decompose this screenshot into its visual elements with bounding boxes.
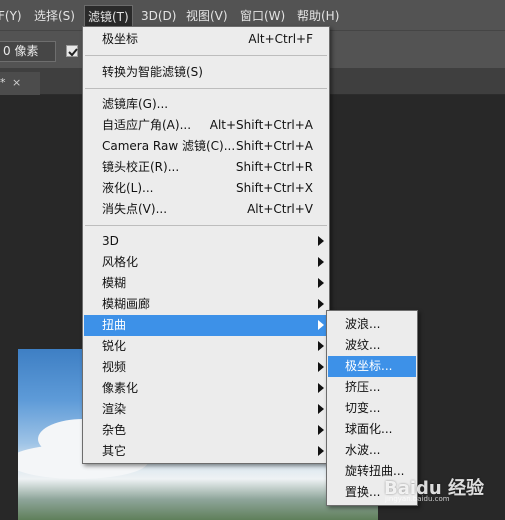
menu-item-render[interactable]: 渲染 [84,399,328,420]
menu-item-other[interactable]: 其它 [84,441,328,462]
filter-menu: 极坐标 Alt+Ctrl+F 转换为智能滤镜(S) 滤镜库(G)... 自适应广… [82,26,330,464]
submenu-item-label: 极坐标... [345,359,393,373]
menu-item-shortcut: Alt+Ctrl+F [248,32,313,46]
menu-item-label: 扭曲 [102,318,127,332]
menu-item-shortcut: Alt+Shift+Ctrl+A [209,118,313,132]
submenu-item-pinch[interactable]: 挤压... [328,377,416,398]
menu-item-filter-gallery[interactable]: 滤镜库(G)... [84,94,328,115]
submenu-item-label: 波纹... [345,338,381,352]
submenu-arrow-icon [318,299,324,309]
baidu-watermark: Baidu 经验 jingyan.baidu.com [384,468,499,504]
menu-item-3d[interactable]: 3D [84,231,328,252]
submenu-arrow-icon [318,320,324,330]
menu-item-label: 模糊 [102,276,127,290]
menu-item-label: 视频 [102,360,127,374]
menu-item-label: 风格化 [102,255,139,269]
submenu-arrow-icon [318,257,324,267]
submenu-item-label: 球面化... [345,422,393,436]
menu-item-label: 镜头校正(R)... [102,160,180,174]
menu-item-label: 滤镜库(G)... [102,97,169,111]
menu-item-label: 其它 [102,444,127,458]
menu-3d[interactable]: 3D(D) [141,6,176,26]
menu-item-last-filter[interactable]: 极坐标 Alt+Ctrl+F [84,29,328,50]
menu-item-label: 杂色 [102,423,127,437]
submenu-arrow-icon [318,362,324,372]
menu-item-shortcut: Shift+Ctrl+X [236,181,313,195]
submenu-arrow-icon [318,278,324,288]
menu-item-stylize[interactable]: 风格化 [84,252,328,273]
menu-view[interactable]: 视图(V) [186,6,228,26]
menu-separator [85,55,327,56]
feather-input[interactable]: 0 像素 [0,41,56,62]
menu-item-label: 极坐标 [102,32,139,46]
menu-item-label: 液化(L)... [102,181,154,195]
submenu-item-label: 挤压... [345,380,381,394]
submenu-item-polar-coordinates[interactable]: 极坐标... [328,356,416,377]
menu-item-sharpen[interactable]: 锐化 [84,336,328,357]
menu-item-shortcut: Shift+Ctrl+A [236,139,313,153]
menu-item-distort[interactable]: 扭曲 [84,315,328,336]
submenu-arrow-icon [318,446,324,456]
menu-item-label: 3D [102,234,119,248]
menu-item-convert-smart-filter[interactable]: 转换为智能滤镜(S) [84,62,328,83]
submenu-item-wave[interactable]: 波浪... [328,314,416,335]
submenu-arrow-icon [318,236,324,246]
submenu-item-ripple[interactable]: 水波... [328,440,416,461]
unsaved-indicator: * [0,76,6,89]
menu-item-camera-raw[interactable]: Camera Raw 滤镜(C)... Shift+Ctrl+A [84,136,328,157]
menu-item-noise[interactable]: 杂色 [84,420,328,441]
submenu-item-label: 置换... [345,485,381,499]
submenu-arrow-icon [318,425,324,435]
menu-separator [85,225,327,226]
menu-item-vanishing-point[interactable]: 消失点(V)... Alt+Ctrl+V [84,199,328,220]
menu-type[interactable]: F(Y) [0,6,22,26]
menu-select[interactable]: 选择(S) [34,6,75,26]
menu-item-label: 转换为智能滤镜(S) [102,65,203,79]
submenu-arrow-icon [318,341,324,351]
menu-item-label: Camera Raw 滤镜(C)... [102,139,236,153]
menu-item-blur[interactable]: 模糊 [84,273,328,294]
submenu-item-shear[interactable]: 切变... [328,398,416,419]
menu-item-shortcut: Shift+Ctrl+R [235,160,313,174]
submenu-item-label: 波浪... [345,317,381,331]
submenu-item-label: 切变... [345,401,381,415]
menu-window[interactable]: 窗口(W) [240,6,285,26]
menu-item-label: 锐化 [102,339,127,353]
menu-item-blur-gallery[interactable]: 模糊画廊 [84,294,328,315]
submenu-item-label: 水波... [345,443,381,457]
menu-item-pixelate[interactable]: 像素化 [84,378,328,399]
anti-alias-checkbox[interactable] [66,45,78,57]
menu-separator [85,88,327,89]
menu-item-label: 模糊画廊 [102,297,151,311]
submenu-arrow-icon [318,383,324,393]
watermark-subtext: jingyan.baidu.com [385,495,450,503]
menu-item-label: 像素化 [102,381,139,395]
checkmark-icon [68,48,78,57]
submenu-item-spherize[interactable]: 球面化... [328,419,416,440]
menu-help[interactable]: 帮助(H) [297,6,339,26]
document-tab[interactable]: * × [0,72,40,95]
menu-item-adaptive-wide-angle[interactable]: 自适应广角(A)... Alt+Shift+Ctrl+A [84,115,328,136]
submenu-item-zigzag[interactable]: 波纹... [328,335,416,356]
menu-item-label: 消失点(V)... [102,202,168,216]
menu-item-liquify[interactable]: 液化(L)... Shift+Ctrl+X [84,178,328,199]
close-tab-icon[interactable]: × [12,72,21,94]
menu-item-label: 渲染 [102,402,127,416]
menu-item-shortcut: Alt+Ctrl+V [247,202,313,216]
menu-item-lens-correction[interactable]: 镜头校正(R)... Shift+Ctrl+R [84,157,328,178]
submenu-arrow-icon [318,404,324,414]
menu-item-video[interactable]: 视频 [84,357,328,378]
menu-item-label: 自适应广角(A)... [102,118,192,132]
